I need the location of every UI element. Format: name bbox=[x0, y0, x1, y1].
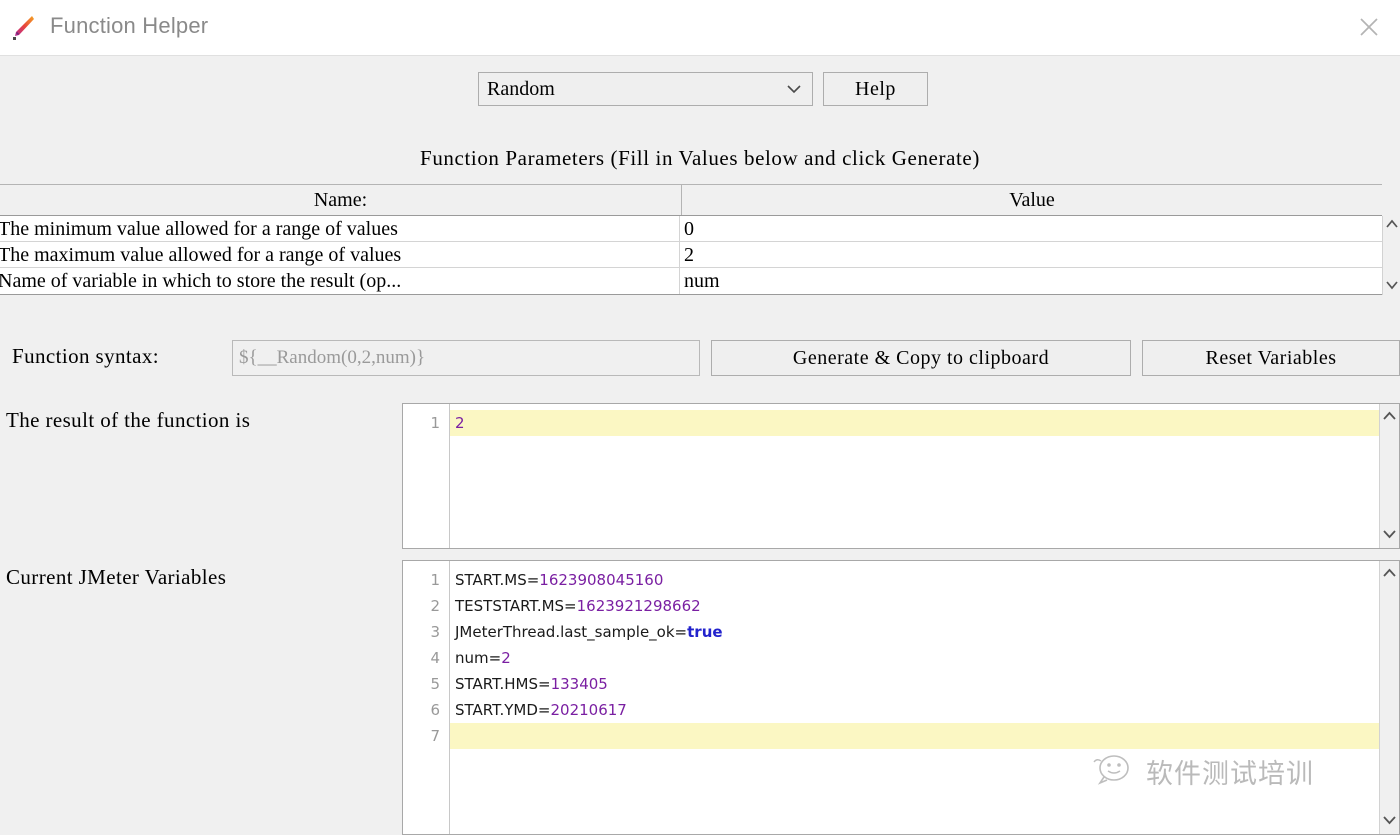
line-number: 5 bbox=[430, 675, 440, 693]
variable-value: 20210617 bbox=[550, 701, 627, 719]
table-row[interactable]: Name of variable in which to store the r… bbox=[0, 268, 1382, 294]
result-line: 2 bbox=[450, 410, 1379, 436]
function-select-value: Random bbox=[487, 77, 555, 100]
variable-value: 133405 bbox=[550, 675, 608, 693]
variable-key: START.YMD= bbox=[455, 701, 551, 719]
result-gutter: 1 bbox=[403, 404, 450, 548]
function-select[interactable]: Random bbox=[478, 72, 813, 106]
scroll-down-icon[interactable] bbox=[1385, 277, 1399, 295]
param-name: The maximum value allowed for a range of… bbox=[0, 242, 680, 267]
variable-key: START.HMS= bbox=[455, 675, 551, 693]
scroll-up-icon[interactable] bbox=[1382, 408, 1397, 426]
variable-key: num= bbox=[455, 649, 502, 667]
variables-content[interactable]: START.MS=1623908045160 TESTSTART.MS=1623… bbox=[450, 561, 1379, 834]
param-value[interactable]: 2 bbox=[680, 242, 1382, 267]
result-content[interactable]: 2 bbox=[450, 404, 1379, 548]
line-number: 4 bbox=[430, 649, 440, 667]
variable-value: 2 bbox=[501, 649, 511, 667]
result-value: 2 bbox=[455, 414, 465, 432]
table-row[interactable]: The maximum value allowed for a range of… bbox=[0, 242, 1382, 268]
line-number: 7 bbox=[430, 727, 440, 745]
chevron-down-icon bbox=[786, 84, 812, 94]
line-number: 6 bbox=[430, 701, 440, 719]
param-name: Name of variable in which to store the r… bbox=[0, 268, 680, 294]
scroll-down-icon[interactable] bbox=[1382, 526, 1397, 544]
result-scrollbar[interactable] bbox=[1379, 404, 1399, 548]
line-number: 3 bbox=[430, 623, 440, 641]
variable-line bbox=[450, 723, 1379, 749]
variables-scrollbar[interactable] bbox=[1379, 561, 1399, 834]
variable-key: JMeterThread.last_sample_ok= bbox=[455, 623, 688, 641]
param-value[interactable]: num bbox=[680, 268, 1382, 294]
column-header-name: Name: bbox=[0, 185, 682, 215]
result-editor[interactable]: 1 2 bbox=[402, 403, 1400, 549]
table-row[interactable]: The minimum value allowed for a range of… bbox=[0, 216, 1382, 242]
variable-line: START.YMD=20210617 bbox=[450, 697, 1379, 723]
variable-value: true bbox=[687, 623, 723, 641]
variable-value: 1623908045160 bbox=[539, 571, 664, 589]
param-name: The minimum value allowed for a range of… bbox=[0, 216, 680, 241]
param-value[interactable]: 0 bbox=[680, 216, 1382, 241]
line-number: 1 bbox=[430, 571, 440, 589]
variables-editor[interactable]: 1 2 3 4 5 6 7 START.MS=1623908045160 TES… bbox=[402, 560, 1400, 835]
function-syntax-input[interactable]: ${__Random(0,2,num)} bbox=[232, 340, 700, 376]
window-title: Function Helper bbox=[50, 13, 209, 38]
variable-key: START.MS= bbox=[455, 571, 540, 589]
line-number: 2 bbox=[430, 597, 440, 615]
variable-line: START.HMS=133405 bbox=[450, 671, 1379, 697]
reset-variables-button[interactable]: Reset Variables bbox=[1142, 340, 1400, 376]
function-syntax-label: Function syntax: bbox=[12, 344, 159, 368]
result-label: The result of the function is bbox=[6, 408, 251, 432]
variable-value: 1623921298662 bbox=[576, 597, 701, 615]
scroll-up-icon[interactable] bbox=[1385, 216, 1399, 234]
variable-line: num=2 bbox=[450, 645, 1379, 671]
jmeter-feather-icon bbox=[8, 11, 40, 43]
column-header-value: Value bbox=[682, 185, 1382, 215]
parameters-table-scrollbar[interactable] bbox=[1382, 216, 1400, 295]
parameters-caption: Function Parameters (Fill in Values belo… bbox=[420, 146, 980, 170]
variable-line: JMeterThread.last_sample_ok=true bbox=[450, 619, 1379, 645]
parameters-table: Name: Value The minimum value allowed fo… bbox=[0, 184, 1400, 296]
variables-gutter: 1 2 3 4 5 6 7 bbox=[403, 561, 450, 834]
variable-line: TESTSTART.MS=1623921298662 bbox=[450, 593, 1379, 619]
scroll-down-icon[interactable] bbox=[1382, 812, 1397, 830]
help-button[interactable]: Help bbox=[823, 72, 928, 106]
table-header-row: Name: Value bbox=[0, 184, 1382, 216]
line-number: 1 bbox=[430, 414, 440, 432]
variable-key: TESTSTART.MS= bbox=[455, 597, 577, 615]
scroll-up-icon[interactable] bbox=[1382, 565, 1397, 583]
generate-copy-button[interactable]: Generate & Copy to clipboard bbox=[711, 340, 1131, 376]
table-body: The minimum value allowed for a range of… bbox=[0, 216, 1382, 295]
variable-line: START.MS=1623908045160 bbox=[450, 567, 1379, 593]
close-icon[interactable] bbox=[1340, 0, 1398, 54]
title-bar: Function Helper bbox=[0, 0, 1400, 56]
variables-label: Current JMeter Variables bbox=[6, 565, 227, 589]
